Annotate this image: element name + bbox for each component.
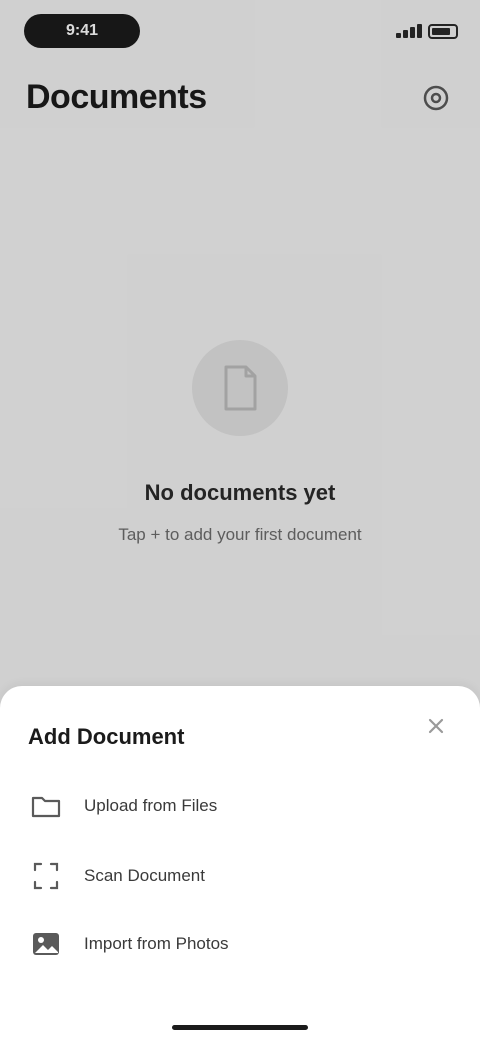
option-label: Upload from Files (84, 796, 218, 815)
scan-icon (30, 862, 62, 890)
import-from-photos-option[interactable]: Import from Photos (0, 912, 480, 976)
app-screen: 9:41 Documents No documents yet Tap + to… (0, 0, 480, 1040)
option-label: Scan Document (84, 866, 205, 885)
option-label: Import from Photos (84, 934, 229, 953)
add-document-sheet: Add Document Upload from Files Scan Docu… (0, 686, 480, 1040)
close-icon (428, 718, 444, 734)
folder-icon (30, 792, 62, 820)
sheet-title: Add Document (28, 724, 185, 749)
upload-from-files-option[interactable]: Upload from Files (0, 774, 480, 838)
home-indicator[interactable] (172, 1025, 308, 1030)
image-icon (30, 930, 62, 958)
sheet-close-button[interactable] (418, 708, 454, 744)
scan-document-option[interactable]: Scan Document (0, 844, 480, 908)
